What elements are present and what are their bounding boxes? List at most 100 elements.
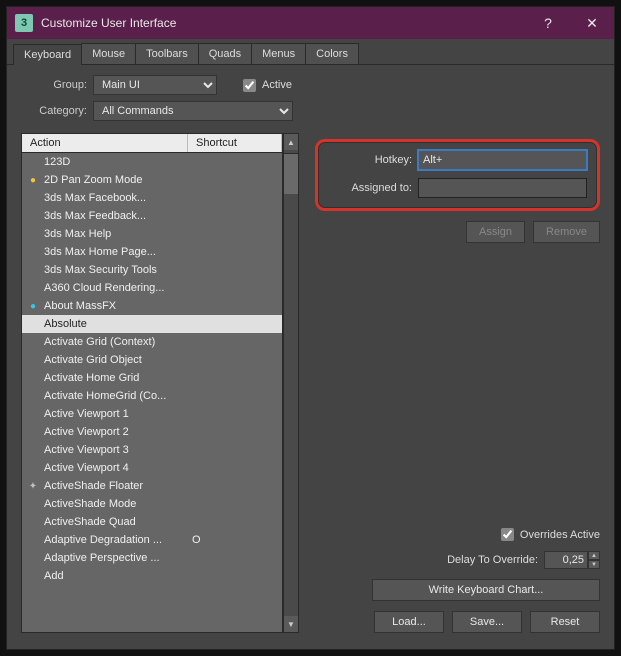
list-item-shortcut: O (192, 534, 201, 546)
save-button[interactable]: Save... (452, 611, 522, 633)
list-item[interactable]: Add (22, 567, 282, 585)
hotkey-highlight-box: Hotkey: Assigned to: (315, 139, 600, 211)
tab-mouse[interactable]: Mouse (81, 43, 136, 64)
list-item[interactable]: ● About MassFX (22, 297, 282, 315)
group-select[interactable]: Main UI (93, 75, 217, 95)
window-title: Customize User Interface (41, 16, 526, 30)
list-item[interactable]: 3ds Max Security Tools (22, 261, 282, 279)
overrides-active-label: Overrides Active (520, 529, 600, 541)
app-icon: 3 (15, 14, 33, 32)
titlebar[interactable]: 3 Customize User Interface ? ✕ (7, 7, 614, 39)
list-item[interactable]: Activate Grid Object (22, 351, 282, 369)
action-listbox[interactable]: 123D ● 2D Pan Zoom Mode 3ds Max Facebook...… (21, 153, 283, 633)
list-item[interactable]: ActiveShade Mode (22, 495, 282, 513)
list-item-label: Active Viewport 3 (44, 444, 129, 456)
list-item-label: 3ds Max Feedback... (44, 210, 146, 222)
list-item[interactable]: Adaptive Perspective ... (22, 549, 282, 567)
delay-input[interactable] (544, 551, 588, 569)
list-item[interactable]: 3ds Max Feedback... (22, 207, 282, 225)
overrides-active-checkbox[interactable] (501, 528, 514, 541)
list-header[interactable]: Action Shortcut (21, 133, 283, 153)
spinner-down-icon[interactable]: ▼ (588, 560, 600, 569)
write-keyboard-chart-button[interactable]: Write Keyboard Chart... (372, 579, 600, 601)
list-item[interactable]: ActiveShade Quad (22, 513, 282, 531)
assign-button[interactable]: Assign (466, 221, 525, 243)
list-item[interactable]: Absolute (22, 315, 282, 333)
list-item[interactable]: 3ds Max Help (22, 225, 282, 243)
tab-toolbars[interactable]: Toolbars (135, 43, 199, 64)
active-label: Active (262, 79, 292, 91)
reset-button[interactable]: Reset (530, 611, 600, 633)
list-item-label: Activate Grid (Context) (44, 336, 155, 348)
hotkey-label: Hotkey: (328, 154, 412, 166)
list-item[interactable]: Activate Grid (Context) (22, 333, 282, 351)
list-item-label: Active Viewport 2 (44, 426, 129, 438)
tab-colors[interactable]: Colors (305, 43, 359, 64)
column-action[interactable]: Action (22, 134, 188, 152)
scrollbar-thumb[interactable] (284, 154, 298, 194)
list-item-icon: ✦ (26, 479, 40, 493)
list-item-label: A360 Cloud Rendering... (44, 282, 164, 294)
dialog-body: Group: Main UI Active Category: All Comm… (7, 65, 614, 649)
list-item[interactable]: Activate Home Grid (22, 369, 282, 387)
list-item-label: Adaptive Perspective ... (44, 552, 160, 564)
list-item-label: 3ds Max Home Page... (44, 246, 156, 258)
scroll-up-icon[interactable]: ▲ (284, 134, 298, 150)
load-button[interactable]: Load... (374, 611, 444, 633)
list-item[interactable]: ● 2D Pan Zoom Mode (22, 171, 282, 189)
list-item-label: Adaptive Degradation ... (44, 534, 162, 546)
delay-label: Delay To Override: (447, 554, 538, 566)
list-item[interactable]: Active Viewport 1 (22, 405, 282, 423)
right-panel: Hotkey: Assigned to: Assign Remove O (315, 133, 600, 633)
list-item[interactable]: Activate HomeGrid (Co... (22, 387, 282, 405)
tab-bar: KeyboardMouseToolbarsQuadsMenusColors (7, 39, 614, 65)
list-item[interactable]: 123D (22, 153, 282, 171)
list-item-icon: ● (26, 299, 40, 313)
list-item[interactable]: Adaptive Degradation ... O (22, 531, 282, 549)
list-item-label: 2D Pan Zoom Mode (44, 174, 142, 186)
list-item[interactable]: Active Viewport 4 (22, 459, 282, 477)
close-button[interactable]: ✕ (570, 7, 614, 39)
list-item-label: Activate Grid Object (44, 354, 142, 366)
list-item[interactable]: 3ds Max Home Page... (22, 243, 282, 261)
list-item[interactable]: ✦ ActiveShade Floater (22, 477, 282, 495)
list-item-label: 3ds Max Facebook... (44, 192, 146, 204)
group-label: Group: (21, 79, 87, 91)
list-item[interactable]: A360 Cloud Rendering... (22, 279, 282, 297)
help-button[interactable]: ? (526, 7, 570, 39)
scroll-down-icon[interactable]: ▼ (284, 616, 298, 632)
tab-keyboard[interactable]: Keyboard (13, 44, 82, 65)
list-item-label: 3ds Max Help (44, 228, 111, 240)
spinner-up-icon[interactable]: ▲ (588, 551, 600, 560)
delay-spinner[interactable]: ▲ ▼ (544, 551, 600, 569)
customize-ui-window: 3 Customize User Interface ? ✕ KeyboardM… (6, 6, 615, 650)
list-item-label: Add (44, 570, 64, 582)
list-item-label: ActiveShade Floater (44, 480, 143, 492)
list-item-icon: ● (26, 173, 40, 187)
list-item-label: Active Viewport 1 (44, 408, 129, 420)
tab-quads[interactable]: Quads (198, 43, 252, 64)
list-item-label: ActiveShade Quad (44, 516, 136, 528)
list-item-label: About MassFX (44, 300, 116, 312)
action-list-panel: Action Shortcut ▲ 123D ● 2D Pan Zoom Mode 3… (21, 133, 299, 633)
list-item-label: 123D (44, 156, 70, 168)
list-item-label: Activate Home Grid (44, 372, 139, 384)
remove-button[interactable]: Remove (533, 221, 600, 243)
assigned-to-label: Assigned to: (328, 182, 412, 194)
list-item[interactable]: Active Viewport 3 (22, 441, 282, 459)
category-select[interactable]: All Commands (93, 101, 293, 121)
list-item-label: ActiveShade Mode (44, 498, 136, 510)
list-item-label: Active Viewport 4 (44, 462, 129, 474)
tab-menus[interactable]: Menus (251, 43, 306, 64)
scrollbar[interactable]: ▼ (283, 153, 299, 633)
list-item-label: Activate HomeGrid (Co... (44, 390, 166, 402)
active-checkbox[interactable] (243, 79, 256, 92)
list-item[interactable]: Active Viewport 2 (22, 423, 282, 441)
category-label: Category: (21, 105, 87, 117)
column-shortcut[interactable]: Shortcut (188, 134, 282, 152)
list-item-label: Absolute (44, 318, 87, 330)
list-item[interactable]: 3ds Max Facebook... (22, 189, 282, 207)
list-item-label: 3ds Max Security Tools (44, 264, 157, 276)
assigned-to-input[interactable] (418, 178, 587, 198)
hotkey-input[interactable] (418, 150, 587, 170)
